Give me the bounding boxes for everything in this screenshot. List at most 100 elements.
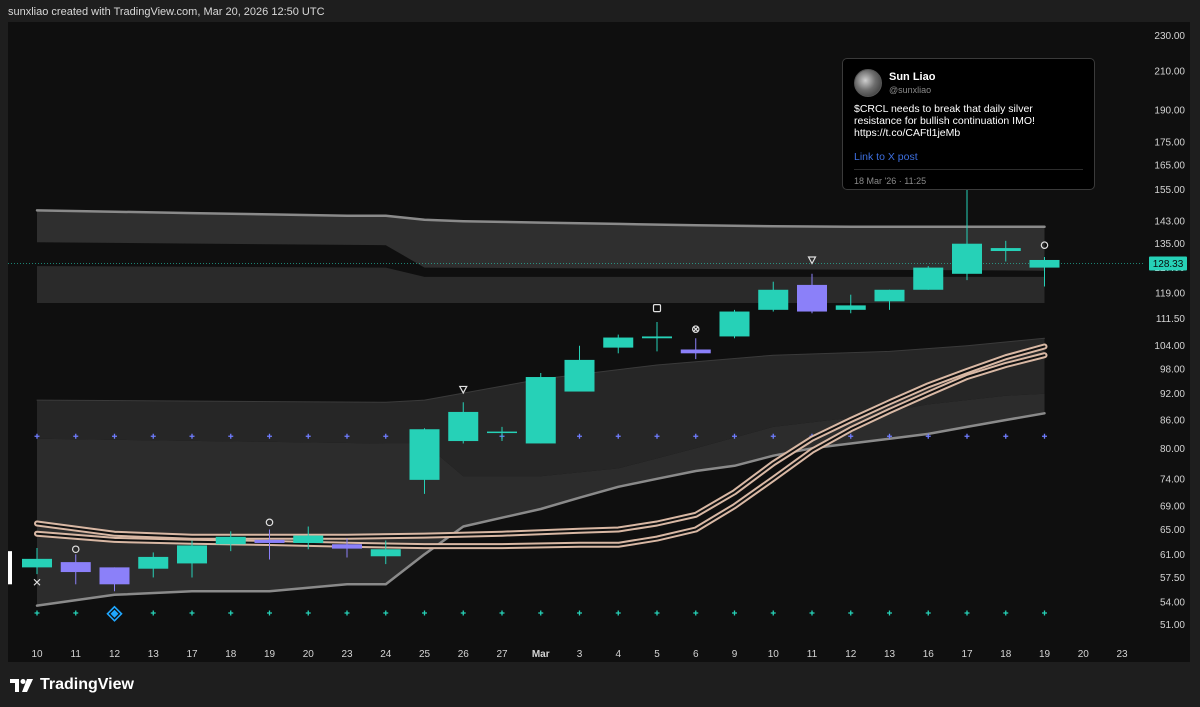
- tweet-divider: [854, 169, 1083, 170]
- upper-signal-dot-26: [1042, 433, 1047, 439]
- y-tick-label-0: 51.00: [1160, 620, 1185, 631]
- y-tick-label-11: 104.00: [1154, 341, 1185, 352]
- candle-body-9: [370, 549, 401, 557]
- candle-body-18: [719, 311, 750, 337]
- x-tick-label-4: 17: [186, 649, 198, 660]
- x-tick-label-6: 19: [264, 649, 276, 660]
- lower-signal-dot-7: [305, 610, 311, 616]
- candle-body-25: [990, 248, 1021, 252]
- x-tick-label-21: 12: [845, 649, 857, 660]
- candle-body-13: [525, 377, 556, 444]
- chart-attribution: sunxliao created with TradingView.com, M…: [8, 6, 325, 18]
- lower-signal-dot-4: [189, 610, 195, 616]
- y-tick-label-1: 54.00: [1160, 598, 1185, 609]
- y-tick-label-4: 65.00: [1160, 525, 1185, 536]
- tweet-date: 18 Mar '26 · 11:25: [854, 176, 927, 186]
- tweet-card[interactable]: Sun Liao @sunxliao $CRCL needs to break …: [842, 58, 1095, 190]
- y-tick-label-15: 135.00: [1154, 239, 1185, 250]
- candle-body-6: [254, 539, 285, 543]
- candle-body-21: [835, 305, 866, 310]
- x-tick-label-14: 3: [577, 649, 583, 660]
- tradingview-brand[interactable]: TradingView: [10, 676, 134, 694]
- author-handle: @sunxliao: [889, 84, 932, 95]
- x-tick-label-3: 13: [148, 649, 160, 660]
- lower-signal-dot-25: [1003, 610, 1009, 616]
- x-tick-label-24: 17: [961, 649, 973, 660]
- x-tick-label-10: 25: [419, 649, 431, 660]
- candle-body-26: [1029, 259, 1060, 268]
- lower-signal-dot-21: [848, 610, 854, 616]
- x-tick-label-22: 13: [884, 649, 896, 660]
- y-tick-label-18: 165.00: [1154, 161, 1185, 172]
- y-tick-label-19: 175.00: [1154, 138, 1185, 149]
- tweet-text: $CRCL needs to break that daily silver r…: [854, 103, 1035, 139]
- y-tick-label-21: 210.00: [1154, 66, 1185, 77]
- x-tick-label-8: 23: [341, 649, 353, 660]
- y-tick-label-17: 155.00: [1154, 185, 1185, 196]
- lower-signal-dot-22: [887, 610, 892, 616]
- x-tick-label-16: 5: [654, 649, 660, 660]
- y-tick-label-12: 111.50: [1156, 314, 1186, 325]
- lower-signal-dot-18: [732, 610, 737, 616]
- x-tick-label-17: 6: [693, 649, 699, 660]
- x-tick-label-28: 23: [1116, 649, 1128, 660]
- candle-body-17: [680, 349, 711, 354]
- x-tick-label-27: 20: [1078, 649, 1090, 660]
- x-tick-label-5: 18: [225, 649, 237, 660]
- upper-signal-dot-25: [1003, 433, 1009, 439]
- y-tick-label-16: 143.00: [1154, 217, 1185, 228]
- candle-body-2: [99, 567, 130, 585]
- lower-signal-dot-24: [964, 610, 970, 616]
- lower-signal-dot-15: [615, 610, 621, 616]
- candle-body-0: [22, 558, 52, 568]
- candle-body-1: [60, 562, 91, 573]
- lower-signal-dot-5: [228, 610, 234, 616]
- candle-body-3: [138, 556, 169, 569]
- author-avatar: [854, 69, 882, 97]
- x-tick-label-18: 9: [732, 649, 738, 660]
- candle-body-23: [913, 267, 944, 290]
- candle-body-4: [177, 545, 207, 564]
- x-tick-label-19: 10: [768, 649, 780, 660]
- x-tick-label-15: 4: [615, 649, 621, 660]
- candle-body-24: [952, 243, 982, 274]
- upper-cloud: [37, 210, 1045, 271]
- marker-triangle-3: [458, 385, 468, 395]
- lower-signal-dot-6: [267, 610, 272, 616]
- x-tick-label-1: 11: [71, 649, 82, 660]
- lower-signal-dot-20: [809, 610, 815, 616]
- candle-body-14: [564, 359, 595, 392]
- author-block: Sun Liao @sunxliao: [889, 71, 935, 96]
- y-tick-label-8: 86.00: [1160, 416, 1185, 427]
- lower-signal-dot-1: [73, 610, 79, 616]
- candle-body-15: [603, 337, 634, 348]
- candle-body-16: [642, 336, 672, 339]
- candle-body-22: [874, 289, 905, 302]
- x-tick-label-7: 20: [303, 649, 315, 660]
- lower-signal-dot-14: [577, 610, 582, 616]
- lower-signal-dot-10: [422, 610, 427, 616]
- y-tick-label-20: 190.00: [1154, 106, 1185, 117]
- tradingview-logo-icon: [10, 679, 33, 692]
- x-tick-label-25: 18: [1000, 649, 1012, 660]
- link-to-x-post[interactable]: Link to X post: [854, 151, 1083, 163]
- plot-area: [8, 177, 1143, 622]
- lower-signal-dot-17: [693, 610, 699, 616]
- brand-name: TradingView: [40, 676, 134, 693]
- candle-body-19: [758, 289, 789, 310]
- y-tick-label-10: 98.00: [1160, 364, 1185, 375]
- x-tick-label-2: 12: [109, 649, 121, 660]
- lower-signal-dot-19: [770, 610, 776, 616]
- candle-body-11: [448, 411, 479, 442]
- candle-body-12: [487, 431, 517, 434]
- x-tick-label-23: 16: [923, 649, 935, 660]
- upper-signal-dot-24: [964, 433, 970, 439]
- author-name: Sun Liao: [889, 70, 936, 83]
- x-tick-label-20: 11: [807, 649, 818, 660]
- candle-body-20: [797, 284, 827, 312]
- lower-signal-dot-11: [460, 610, 466, 616]
- y-tick-label-6: 74.00: [1160, 474, 1185, 485]
- lower-signal-dot-26: [1042, 610, 1047, 616]
- lower-signal-dot-8: [344, 610, 350, 616]
- x-tick-label-0: 10: [31, 649, 43, 660]
